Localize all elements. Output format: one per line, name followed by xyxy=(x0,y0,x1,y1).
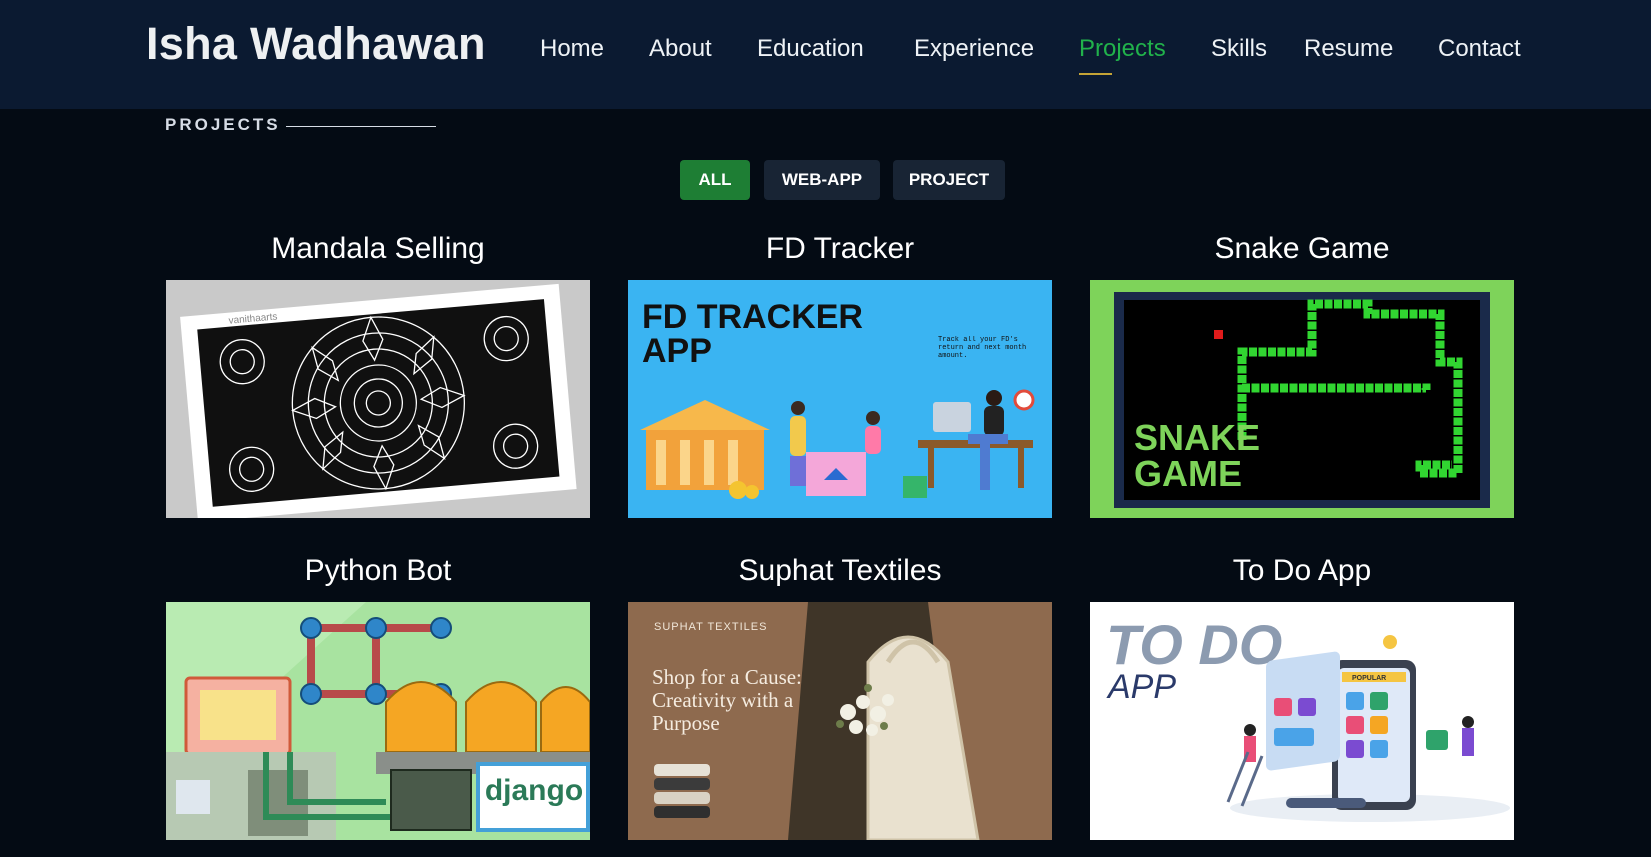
todo-image-heading: TO DO xyxy=(1106,613,1282,676)
suphat-image-tagline: Shop for a Cause: Creativity with a Purp… xyxy=(652,666,802,735)
project-title-to-do-app: To Do App xyxy=(1232,554,1372,587)
filter-web-app-button[interactable]: WEB-APP xyxy=(764,160,880,200)
section-title: PROJECTS xyxy=(165,115,281,134)
snake-image-heading: SNAKE GAME xyxy=(1134,420,1261,494)
python-bot-image-label: django xyxy=(484,774,584,807)
project-image-python-bot[interactable]: django xyxy=(166,602,590,840)
fd-image-heading: FD TRACKER APP xyxy=(642,300,863,370)
nav-skills[interactable]: Skills xyxy=(1211,35,1267,63)
main-nav: Home About Education Experience Projects… xyxy=(0,35,1651,75)
nav-home[interactable]: Home xyxy=(540,35,604,63)
project-title-snake-game: Snake Game xyxy=(1214,232,1390,265)
todo-image-badge: POPULAR xyxy=(1352,675,1386,682)
nav-education[interactable]: Education xyxy=(757,35,864,63)
project-image-snake-game[interactable]: SNAKE GAME xyxy=(1090,280,1514,518)
project-image-to-do-app[interactable]: TO DO APP POPULAR xyxy=(1090,602,1514,840)
filter-all-button[interactable]: ALL xyxy=(680,160,750,200)
nav-about[interactable]: About xyxy=(649,35,712,63)
project-image-mandala[interactable]: vanithaarts xyxy=(166,280,590,518)
nav-active-indicator xyxy=(1079,73,1112,75)
project-image-suphat-textiles[interactable]: SUPHAT TEXTILES Shop for a Cause: Creati… xyxy=(628,602,1052,840)
nav-experience[interactable]: Experience xyxy=(914,35,1034,63)
fd-image-subtext: Track all your FD's return and next mont… xyxy=(938,336,1027,360)
nav-resume[interactable]: Resume xyxy=(1304,35,1393,63)
todo-image-subheading: APP xyxy=(1106,668,1176,706)
suphat-image-brand: SUPHAT TEXTILES xyxy=(654,621,767,633)
project-title-suphat-textiles: Suphat Textiles xyxy=(738,554,942,587)
nav-contact[interactable]: Contact xyxy=(1438,35,1521,63)
project-title-python-bot: Python Bot xyxy=(304,554,452,587)
project-title-fd-tracker: FD Tracker xyxy=(765,232,915,265)
filter-project-button[interactable]: PROJECT xyxy=(893,160,1005,200)
section-title-line xyxy=(286,126,436,127)
nav-projects[interactable]: Projects xyxy=(1079,35,1166,63)
site-header: Isha Wadhawan Home About Education Exper… xyxy=(0,0,1651,109)
project-title-mandala: Mandala Selling xyxy=(271,232,485,265)
project-image-fd-tracker[interactable]: FD TRACKER APP Track all your FD's retur… xyxy=(628,280,1052,518)
